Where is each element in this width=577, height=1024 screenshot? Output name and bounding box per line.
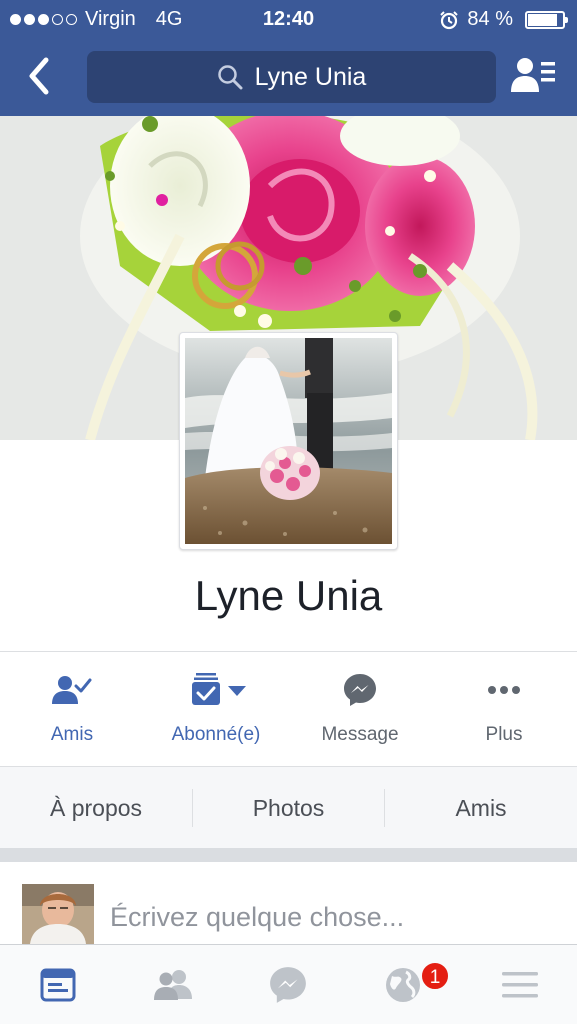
- subscribed-icon: [192, 673, 246, 705]
- tab-photos[interactable]: Photos: [193, 767, 384, 849]
- alarm-icon: [440, 10, 459, 29]
- search-query: Lyne Unia: [254, 62, 367, 91]
- tab-about[interactable]: À propos: [0, 767, 192, 849]
- tab-friends-nav[interactable]: [115, 945, 230, 1024]
- composer-placeholder[interactable]: Écrivez quelque chose...: [110, 902, 404, 933]
- top-bar: Virgin 4G 12:40 84 % Lyne Unia: [0, 0, 577, 116]
- notifications-globe-icon: [385, 968, 420, 1002]
- friend-requests-button[interactable]: [511, 54, 557, 96]
- following-button[interactable]: Abonné(e): [144, 652, 288, 766]
- profile-actions: Amis Abonné(e) Message Plus: [0, 652, 577, 766]
- tab-messenger[interactable]: [230, 945, 345, 1024]
- search-input[interactable]: Lyne Unia: [87, 51, 496, 103]
- profile-name: Lyne Unia: [194, 572, 383, 619]
- message-button[interactable]: Message: [288, 652, 432, 766]
- news-feed-icon: [40, 968, 75, 1002]
- bottom-tab-bar: 1: [0, 944, 577, 1024]
- profile-picture[interactable]: [179, 332, 398, 550]
- tab-news-feed[interactable]: [0, 945, 115, 1024]
- search-icon: [217, 65, 243, 90]
- friends-button[interactable]: Amis: [0, 652, 144, 766]
- more-icon: [488, 686, 520, 694]
- tab-friends[interactable]: Amis: [385, 767, 577, 849]
- notification-badge: 1: [420, 961, 450, 991]
- friends-icon: [153, 970, 192, 1000]
- more-button[interactable]: Plus: [432, 652, 576, 766]
- friends-check-icon: [52, 676, 92, 704]
- menu-icon: [501, 972, 538, 998]
- post-composer[interactable]: Écrivez quelque chose...: [0, 862, 577, 944]
- profile-tabs: À propos Photos Amis: [0, 766, 577, 848]
- tab-menu[interactable]: [462, 945, 577, 1024]
- following-label: Abonné(e): [171, 724, 261, 745]
- battery-percent: 84 %: [467, 8, 513, 30]
- back-button[interactable]: [22, 56, 58, 96]
- avatar: [22, 884, 94, 944]
- section-separator: [0, 848, 577, 862]
- status-bar: Virgin 4G 12:40 84 %: [0, 0, 577, 40]
- message-label: Message: [321, 724, 399, 745]
- battery-icon: [525, 10, 568, 29]
- chevron-left-icon: [29, 57, 49, 95]
- friends-label: Amis: [50, 724, 94, 745]
- messenger-icon: [344, 674, 376, 706]
- more-label: Plus: [485, 724, 523, 745]
- messenger-icon: [269, 967, 306, 1003]
- friend-requests-icon: [511, 58, 555, 92]
